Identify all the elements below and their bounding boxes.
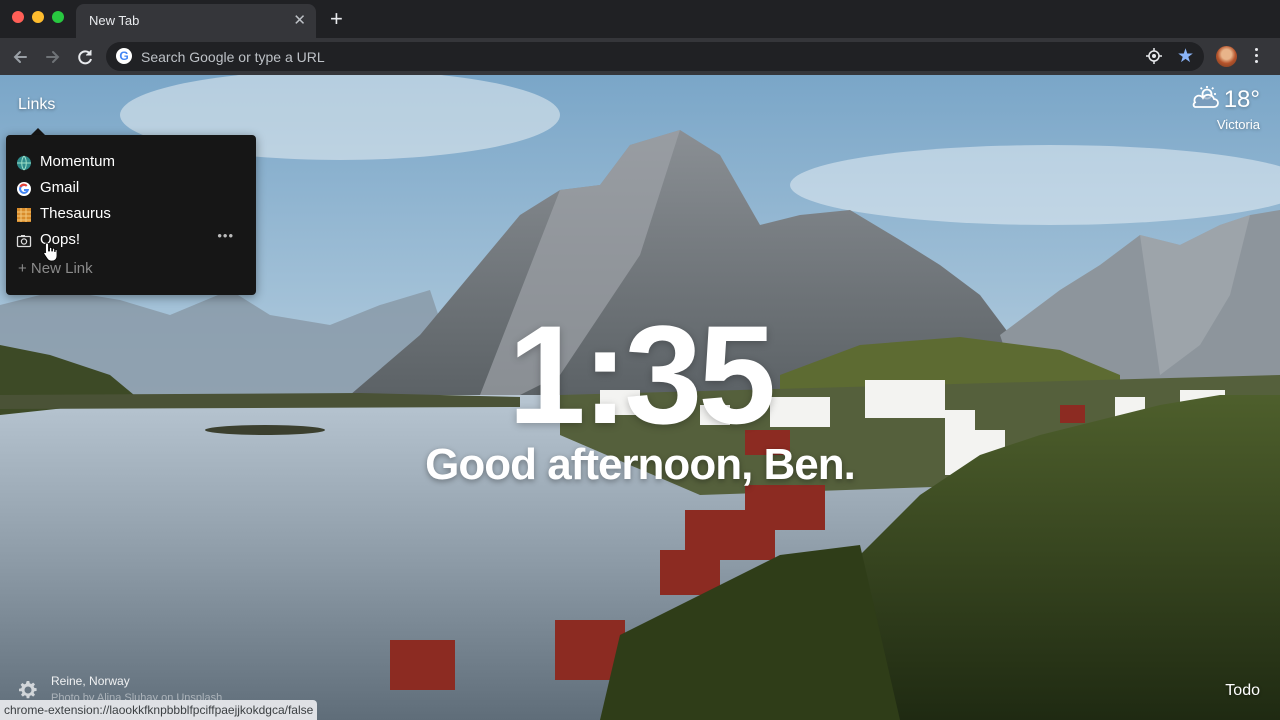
browser-toolbar: G Search Google or type a URL ★ [0, 38, 1280, 75]
camera-icon [16, 235, 32, 248]
greeting-message: Good afternoon, Ben. [425, 440, 856, 489]
links-panel-caret [31, 128, 45, 135]
link-label: Thesaurus [40, 205, 111, 222]
google-icon [17, 182, 31, 196]
back-arrow-icon [13, 51, 27, 63]
photo-location[interactable]: Reine, Norway [51, 674, 130, 688]
forward-button[interactable] [40, 44, 66, 70]
bookmark-star-icon[interactable]: ★ [1177, 45, 1194, 68]
link-more-icon[interactable]: ••• [217, 228, 234, 243]
link-label: Momentum [40, 153, 116, 170]
reload-icon [78, 50, 92, 65]
mouse-cursor-icon [43, 242, 57, 262]
link-label: Gmail [40, 179, 80, 196]
new-link-button[interactable]: + New Link [18, 260, 93, 277]
omnibox-placeholder: Search Google or type a URL [141, 49, 325, 65]
new-tab-button[interactable]: + [330, 6, 343, 32]
close-window-button[interactable] [12, 11, 24, 23]
link-item-thesaurus[interactable]: Thesaurus [16, 204, 238, 226]
profile-avatar[interactable] [1216, 46, 1237, 67]
weather-temperature-row: 18° [1190, 86, 1260, 114]
chrome-menu-icon[interactable] [1250, 45, 1264, 67]
google-letter: G [119, 49, 129, 63]
thesaurus-icon [17, 208, 31, 222]
tab-strip: New Tab ✕ + [0, 0, 1280, 38]
tab-title: New Tab [89, 13, 140, 28]
google-icon: G [116, 48, 132, 64]
forward-arrow-icon [46, 51, 60, 63]
maximize-window-button[interactable] [52, 11, 64, 23]
location-target-icon[interactable] [1146, 48, 1162, 64]
momentum-globe-icon [17, 155, 31, 171]
minimize-window-button[interactable] [32, 11, 44, 23]
links-toggle[interactable]: Links [18, 96, 55, 114]
todo-button[interactable]: Todo [1225, 682, 1260, 700]
omnibox[interactable]: G Search Google or type a URL ★ [106, 42, 1204, 71]
link-item-momentum[interactable]: Momentum [16, 152, 238, 174]
tab-new-tab[interactable]: New Tab ✕ [76, 4, 316, 38]
status-bar-url: chrome-extension://laookkfknpbbblfpciffp… [0, 700, 318, 720]
tab-close-icon[interactable]: ✕ [293, 11, 306, 29]
weather-location: Victoria [1216, 117, 1260, 132]
settings-gear-icon[interactable] [18, 680, 38, 700]
weather-widget[interactable]: 18° Victoria [1190, 86, 1260, 132]
clock-time[interactable]: 1:35 [0, 300, 1280, 450]
weather-temperature: 18° [1223, 86, 1260, 113]
link-item-gmail[interactable]: Gmail [16, 178, 238, 200]
reload-button[interactable] [72, 44, 98, 70]
back-button[interactable] [7, 44, 33, 70]
partly-cloudy-icon [1192, 86, 1219, 108]
